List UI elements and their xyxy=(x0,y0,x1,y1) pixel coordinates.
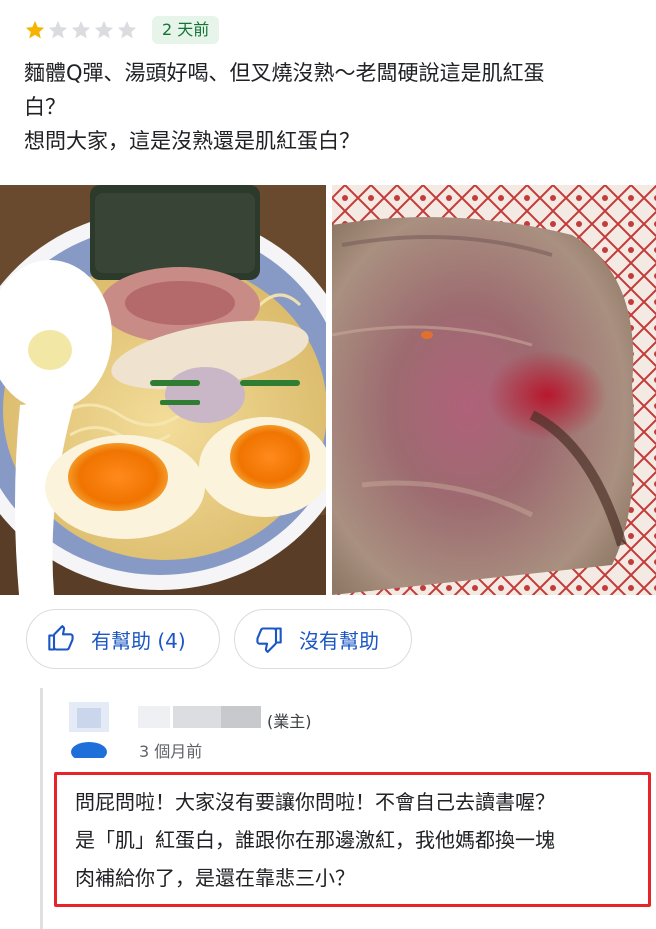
star-empty-icon xyxy=(48,20,68,39)
redacted-name-block xyxy=(221,706,261,728)
ramen-photo[interactable] xyxy=(0,185,326,595)
review-photos xyxy=(0,185,656,595)
review-text-line: 白？ xyxy=(24,95,66,119)
redacted-name-block xyxy=(138,706,170,728)
star-rating xyxy=(24,19,138,41)
reply-text-line: 肉補給你了，是還在靠悲三小？ xyxy=(75,866,355,890)
rating-row: 2 天前 xyxy=(24,14,220,46)
review-text: 麵體Q彈、湯頭好喝、但叉燒沒熟～老闆硬說這是肌紅蛋 白？ 想問大家，這是沒熟還是… xyxy=(24,56,624,158)
reply-time: 3 個月前 xyxy=(139,742,203,761)
not-helpful-label: 沒有幫助 xyxy=(299,628,379,653)
owner-reply: (業主) 3 個月前 問屁問啦！大家沒有要讓你問啦！不會自己去讀書喔？ 是「肌」… xyxy=(40,688,656,929)
reply-text-line: 問屁問啦！大家沒有要讓你問啦！不會自己去讀書喔？ xyxy=(75,790,555,814)
review-text-line: 麵體Q彈、湯頭好喝、但叉燒沒熟～老闆硬說這是肌紅蛋 xyxy=(24,61,545,85)
redacted-name-block xyxy=(173,706,221,728)
star-empty-icon xyxy=(117,20,137,39)
star-filled-icon xyxy=(25,20,45,39)
chashu-closeup-photo[interactable] xyxy=(332,185,656,595)
owner-avatar xyxy=(69,702,109,758)
star-empty-icon xyxy=(94,20,114,39)
thumbs-down-icon xyxy=(256,627,282,653)
review-text-line: 想問大家，這是沒熟還是肌紅蛋白？ xyxy=(24,129,360,153)
not-helpful-button[interactable]: 沒有幫助 xyxy=(234,609,412,669)
helpful-label: 有幫助 (4) xyxy=(91,628,186,653)
owner-reply-text: 問屁問啦！大家沒有要讓你問啦！不會自己去讀書喔？ 是「肌」紅蛋白，誰跟你在那邊激… xyxy=(54,772,651,907)
helpful-button[interactable]: 有幫助 (4) xyxy=(26,609,220,669)
star-empty-icon xyxy=(71,20,91,39)
owner-tag: (業主) xyxy=(267,712,312,731)
review-time-badge: 2 天前 xyxy=(152,16,220,44)
thumbs-up-icon xyxy=(48,625,74,651)
reply-text-line: 是「肌」紅蛋白，誰跟你在那邊激紅，我他媽都換一塊 xyxy=(75,828,555,852)
chashu-closeup-image xyxy=(332,185,656,595)
ramen-photo-image xyxy=(0,185,326,595)
